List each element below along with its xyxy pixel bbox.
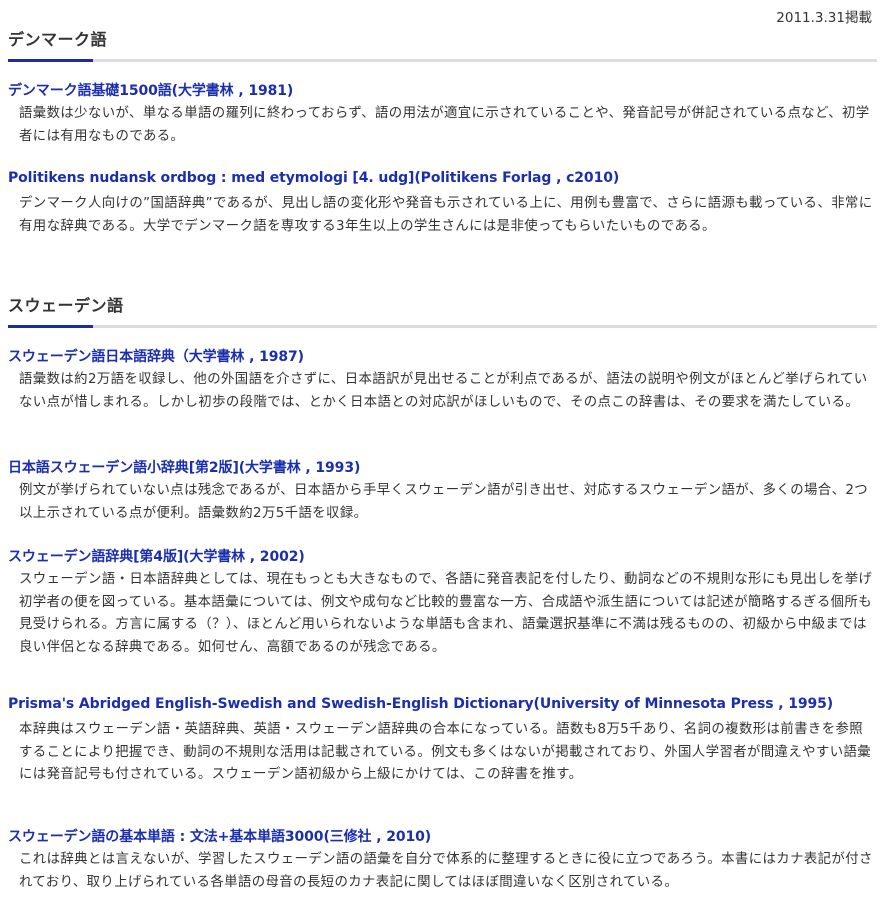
entry-title: スウェーデン語の基本単語 : 文法+基本単語3000(三修社 , 2010) (8, 829, 432, 845)
section-divider (8, 325, 877, 328)
entry-title: スウェーデン語日本語辞典（大学書林 , 1987) (8, 349, 304, 365)
section-danish: デンマーク語 (0, 26, 881, 62)
publication-date: 2011.3.31掲載 (776, 10, 872, 26)
entry-description: スウェーデン語・日本語辞典としては、現在もっとも大きなもので、各語に発音表記を付… (19, 572, 873, 655)
section-swedish: スウェーデン語 (0, 292, 881, 328)
entry-description: 例文が挙げられていない点は残念であるが、日本語から手早くスウェーデン語が引き出せ… (19, 483, 869, 521)
entry-title: スウェーデン語辞典[第4版](大学書林 , 2002) (8, 549, 305, 565)
entry-description: 語彙数は約2万語を収録し、他の外国語を介さずに、日本語訳が見出せることが利点であ… (19, 372, 868, 410)
section-divider-accent (8, 59, 93, 62)
entry-title: Prisma's Abridged English-Swedish and Sw… (8, 696, 834, 712)
entry-description: これは辞典とは言えないが、学習したスウェーデン語の語彙を自分で体系的に整理すると… (19, 852, 873, 890)
section-header: デンマーク語 (0, 26, 881, 62)
entry-description: デンマーク人向けの”国語辞典”であるが、見出し語の変化形や発音も示されている上に… (19, 196, 873, 234)
section-divider (8, 59, 877, 62)
entry-description: 本辞典はスウェーデン語・英語辞典、英語・スウェーデン語辞典の合本になっている。語… (19, 722, 872, 782)
section-header: スウェーデン語 (0, 292, 881, 328)
section-divider-accent (8, 325, 93, 328)
section-title: スウェーデン語 (8, 296, 124, 315)
entry-title: 日本語スウェーデン語小辞典[第2版](大学書林 , 1993) (8, 460, 361, 476)
entry-description: 語彙数は少ないが、単なる単語の羅列に終わっておらず、語の用法が適宜に示されている… (19, 106, 870, 144)
section-title: デンマーク語 (8, 30, 108, 49)
entry-title: Politikens nudansk ordbog : med etymolog… (8, 170, 620, 186)
entry-title: デンマーク語基礎1500語(大学書林 , 1981) (8, 83, 294, 99)
